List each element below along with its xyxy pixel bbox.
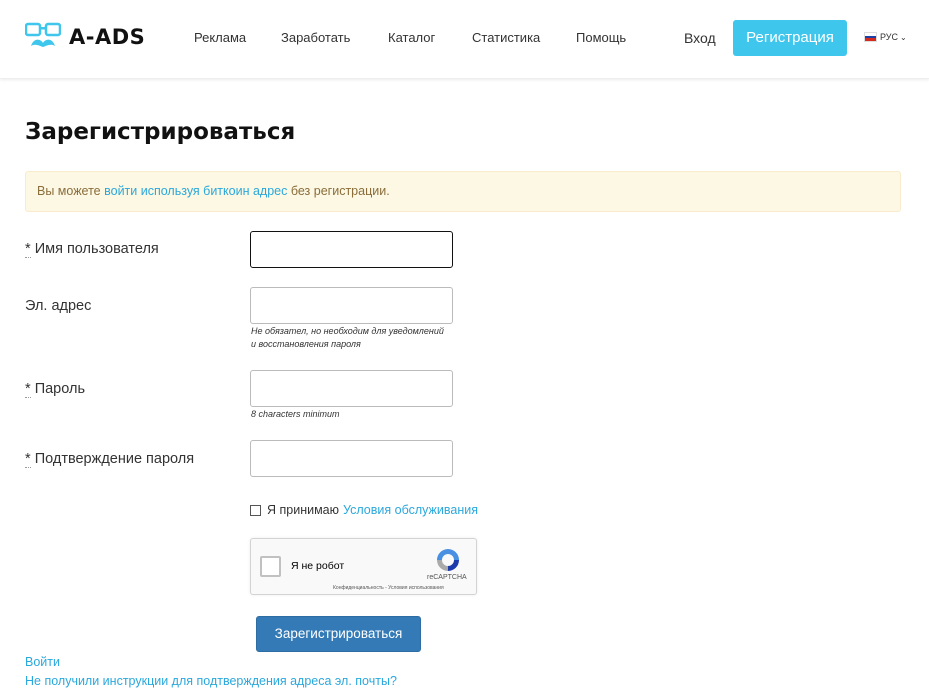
- recaptcha-brand: reCAPTCHA: [427, 574, 467, 581]
- recaptcha-terms-link[interactable]: Условия использования: [388, 585, 444, 591]
- recaptcha-label: Я не робот: [291, 560, 345, 572]
- confirm-password-label-text: Подтверждение пароля: [34, 451, 195, 467]
- nav-item-catalog[interactable]: Каталог: [388, 30, 435, 45]
- register-button[interactable]: Регистрация: [733, 20, 847, 56]
- language-label: РУС: [880, 32, 899, 42]
- email-hint-line-2: и восстановления пароля: [251, 339, 361, 349]
- email-input[interactable]: [250, 287, 453, 324]
- username-label-text: Имя пользователя: [34, 241, 159, 257]
- recaptcha-widget: Я не робот reCAPTCHA Конфиденциальность …: [250, 538, 477, 595]
- agree-text: Я принимаю: [267, 503, 340, 517]
- username-input[interactable]: [250, 231, 453, 268]
- recaptcha-links: Конфиденциальность - Условия использован…: [333, 585, 444, 591]
- nav-item-advertise[interactable]: Реклама: [194, 30, 246, 45]
- terms-agreement: Я принимаю Условия обслуживания: [250, 503, 478, 517]
- alert-prefix: Вы можете: [37, 184, 101, 198]
- nav-item-earn[interactable]: Заработать: [281, 30, 350, 45]
- nav-item-statistics[interactable]: Статистика: [472, 30, 540, 45]
- recaptcha-checkbox[interactable]: [260, 556, 281, 577]
- mustache-glasses-icon: [25, 22, 61, 47]
- confirm-password-input[interactable]: [250, 440, 453, 477]
- russia-flag-icon: [864, 32, 877, 42]
- nav-item-help[interactable]: Помощь: [576, 30, 626, 45]
- terms-checkbox[interactable]: [250, 504, 261, 516]
- resend-confirmation-link[interactable]: Не получили инструкции для подтверждения…: [25, 674, 397, 688]
- site-header: A-ADS Реклама Заработать Каталог Статист…: [0, 0, 929, 79]
- login-footer-link[interactable]: Войти: [25, 655, 60, 669]
- bitcoin-login-link[interactable]: войти используя биткоин адрес: [104, 184, 287, 198]
- language-selector[interactable]: РУС ⌄: [864, 32, 907, 42]
- required-star: *: [25, 451, 31, 468]
- recaptcha-privacy-link[interactable]: Конфиденциальность: [333, 585, 384, 591]
- logo[interactable]: A-ADS: [25, 22, 145, 52]
- brand-name: A-ADS: [69, 25, 146, 49]
- username-label: * Имя пользователя: [25, 241, 159, 258]
- password-input[interactable]: [250, 370, 453, 407]
- required-star: *: [25, 241, 31, 258]
- login-link[interactable]: Вход: [684, 30, 716, 46]
- recaptcha-logo-icon: [437, 549, 459, 571]
- password-label-text: Пароль: [34, 381, 85, 397]
- required-star: *: [25, 381, 31, 398]
- recaptcha-separator: -: [385, 585, 387, 591]
- page-title: Зарегистрироваться: [25, 119, 296, 145]
- submit-register-button[interactable]: Зарегистрироваться: [256, 616, 421, 652]
- email-hint: Не обязател, но необходим для уведомлени…: [251, 325, 444, 351]
- alert-suffix: без регистрации.: [290, 184, 390, 198]
- email-label: Эл. адрес: [25, 298, 92, 314]
- email-hint-line-1: Не обязател, но необходим для уведомлени…: [251, 326, 444, 336]
- terms-link[interactable]: Условия обслуживания: [343, 503, 478, 517]
- password-hint: 8 characters minimum: [251, 409, 340, 419]
- chevron-down-icon: ⌄: [900, 32, 907, 42]
- password-label: * Пароль: [25, 381, 85, 398]
- info-alert: Вы можете войти используя биткоин адрес …: [25, 171, 901, 212]
- confirm-password-label: * Подтверждение пароля: [25, 451, 195, 468]
